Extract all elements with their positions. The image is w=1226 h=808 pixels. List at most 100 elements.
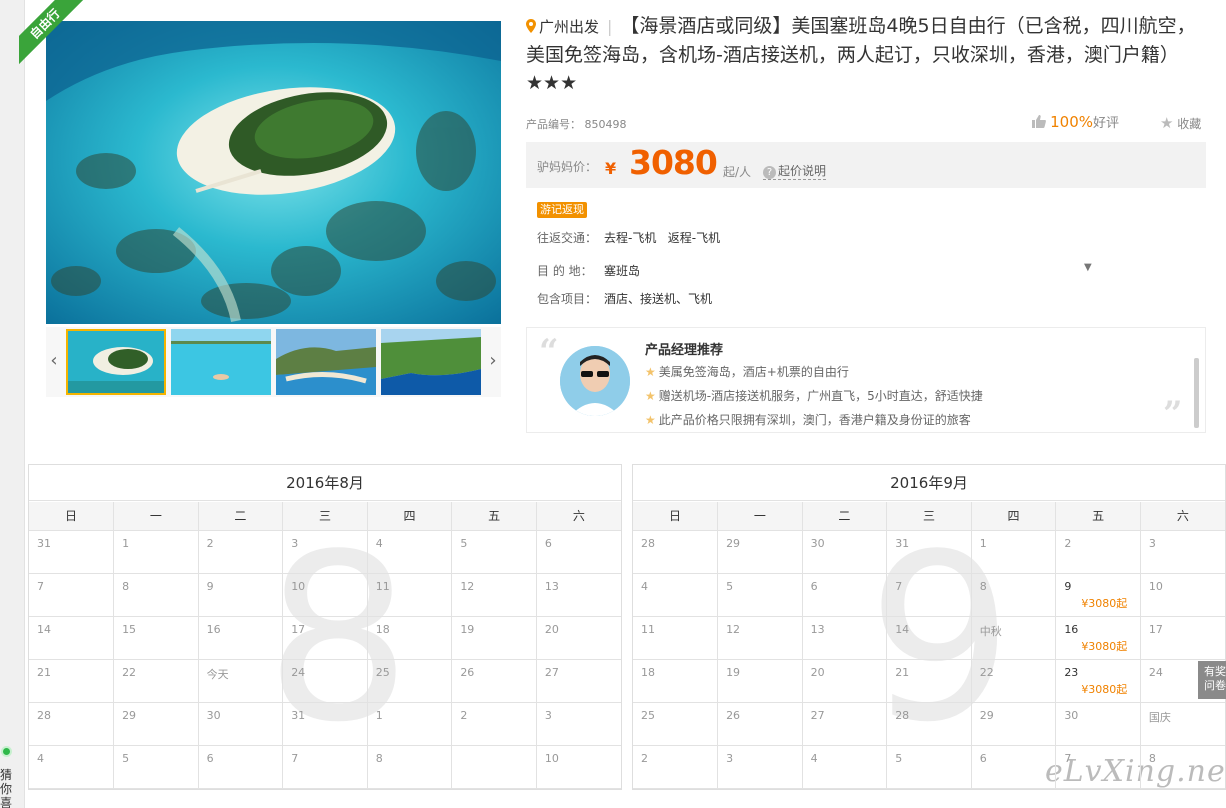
calendar-day: 24 <box>282 658 368 703</box>
calendar-september: 9 2016年9月 日一二三四五六 28 29 30 31 1 2 3 4 5 6 7 8 9 ¥3080起… <box>632 464 1226 790</box>
thumbnail-sea[interactable] <box>171 329 271 395</box>
calendar-day: 国庆 <box>1139 701 1225 746</box>
calendar-day: 11 <box>366 572 453 617</box>
calendar-day: 17 <box>1139 615 1225 660</box>
thumb-cliff-image <box>381 329 481 395</box>
calendar-week-row: 28 29 30 31 1 2 3 <box>633 529 1225 574</box>
close-quote-icon: ” <box>1163 394 1183 434</box>
calendar-week-row: 14 15 16 17 18 19 20 <box>29 615 621 660</box>
destination-row[interactable]: 目 的 地： 塞班岛 ▼ <box>537 262 1137 279</box>
calendar-day: 10 <box>535 744 621 789</box>
favorite-label: 收藏 <box>1177 117 1202 131</box>
thumbnail-island[interactable] <box>66 329 166 395</box>
product-title-block: 广州出发 | 【海景酒店或同级】美国塞班岛4晚5日自由行（已含税，四川航空， 美国免… <box>526 12 1206 97</box>
thumb-beach-image <box>276 329 376 395</box>
calendar-day: 21 <box>886 658 972 703</box>
thumbnail-cliff[interactable] <box>381 329 481 395</box>
calendar-week-row: 2345678 <box>633 744 1225 789</box>
thumb-next-arrow-icon[interactable]: › <box>487 351 499 371</box>
small-star-icon: ★ <box>645 413 656 427</box>
calendar-day-available[interactable]: 16 ¥3080起 <box>1055 615 1141 660</box>
main-photo[interactable] <box>46 21 501 324</box>
weekday-header: 四 <box>366 502 453 531</box>
price-label: 驴妈妈价： <box>537 160 598 174</box>
weekday-header: 三 <box>282 502 368 531</box>
calendar-day: 4 <box>801 744 888 789</box>
star-icon: ★ <box>1160 114 1174 132</box>
rating-percent: 100% <box>1050 113 1094 131</box>
weekday-header: 二 <box>801 502 888 531</box>
calendar-day: 25 <box>633 701 719 746</box>
thumb-sea-image <box>171 329 271 395</box>
calendar-day: 28 <box>633 529 719 574</box>
dropdown-arrow-icon[interactable]: ▼ <box>1084 262 1092 273</box>
includes-value: 酒店、接送机、飞机 <box>604 292 713 306</box>
includes-label: 包含项目： <box>537 292 598 306</box>
calendar-day: 5 <box>113 744 199 789</box>
calendar-day: 1 <box>970 529 1057 574</box>
calendar-week-row: 28 29 30 31 1 2 3 <box>29 701 621 746</box>
calendar-day: 21 <box>29 658 115 703</box>
weekday-header: 一 <box>113 502 199 531</box>
online-dot-icon <box>1 746 12 757</box>
calendar-week-row: 31 1 2 3 4 5 6 <box>29 529 621 574</box>
calendar-day: 29 <box>113 701 199 746</box>
calendar-day: 5 <box>886 744 972 789</box>
calendar-day: 28 <box>886 701 972 746</box>
calendar-day: 31 <box>282 701 368 746</box>
calendar-day: 11 <box>633 615 719 660</box>
calendar-day: 19 <box>717 658 803 703</box>
weekday-header: 三 <box>886 502 972 531</box>
calendar-day: 18 <box>366 615 453 660</box>
price-explain-link[interactable]: ? 起价说明 <box>763 162 827 180</box>
manager-recommendation: “ 产品经理推荐 ★ 美属免签海岛，酒店+机票的自由行 ★ 赠送机场-酒店接送机服务… <box>526 327 1206 434</box>
calendar-day: 4 <box>633 572 719 617</box>
day-price: ¥3080起 <box>1081 682 1128 696</box>
calendar-day: 2 <box>451 701 537 746</box>
price-unit: 起/人 <box>723 165 752 179</box>
transport-value: 去程-飞机 返程-飞机 <box>604 231 721 245</box>
calendar-day-available[interactable]: 23 ¥3080起 <box>1055 658 1141 703</box>
avatar-image <box>560 346 630 416</box>
guess-you-like-widget[interactable]: 猜你喜 <box>0 740 14 808</box>
calendar-day: 22 <box>113 658 199 703</box>
calendar-day: 2 <box>633 744 719 789</box>
calendar-week-row: 7 8 9 10 11 12 13 <box>29 572 621 617</box>
title-separator: | <box>607 17 613 36</box>
weekday-header: 二 <box>197 502 284 531</box>
calendar-day-available[interactable]: 9 ¥3080起 <box>1055 572 1141 617</box>
calendar-day: 8 <box>970 572 1057 617</box>
weekday-header: 日 <box>29 502 115 531</box>
calendar-day: 6 <box>801 572 888 617</box>
thumbnail-beach[interactable] <box>276 329 376 395</box>
calendar-day: 6 <box>535 529 621 574</box>
calendar-day: 25 <box>366 658 453 703</box>
free-travel-ribbon: 自由行 <box>19 0 89 68</box>
rating-label: 好评 <box>1093 116 1120 131</box>
meta-row: 产品编号： 850498 100%好评 ★ 收藏 <box>526 112 1206 134</box>
price-box: 驴妈妈价： ¥ 3080 起/人 ? 起价说明 <box>526 142 1206 188</box>
calendar-day: 26 <box>451 658 537 703</box>
calendar-day: 1 <box>366 701 453 746</box>
calendar-day: 30 <box>1055 701 1141 746</box>
departure-city[interactable]: 广州出发 <box>539 18 599 36</box>
day-price: ¥3080起 <box>1081 596 1128 610</box>
calendar-day: 15 <box>113 615 199 660</box>
calendar-day: 31 <box>29 529 115 574</box>
calendar-day: 7 <box>282 744 368 789</box>
product-code: 产品编号： 850498 <box>526 118 627 131</box>
calendar-day: 31 <box>886 529 972 574</box>
calendar-day: 2 <box>197 529 284 574</box>
destination-value: 塞班岛 <box>604 264 641 278</box>
calendar-grid: 日一二三四五六 31 1 2 3 4 5 6 7 8 9 10 11 12 13 14 15 16 17 18 19 20… <box>29 502 621 789</box>
calendar-day: 4 <box>29 744 115 789</box>
thumb-island-image <box>68 331 164 393</box>
favorite-button[interactable]: ★ 收藏 <box>1160 114 1201 132</box>
manager-scrollbar[interactable] <box>1194 358 1199 428</box>
day-price: ¥3080起 <box>1081 639 1128 653</box>
weekday-header: 五 <box>1055 502 1141 531</box>
calendar-day: 2 <box>1055 529 1141 574</box>
calendar-day: 13 <box>801 615 888 660</box>
calendar-day: 12 <box>717 615 803 660</box>
thumb-prev-arrow-icon[interactable]: ‹ <box>48 351 60 371</box>
